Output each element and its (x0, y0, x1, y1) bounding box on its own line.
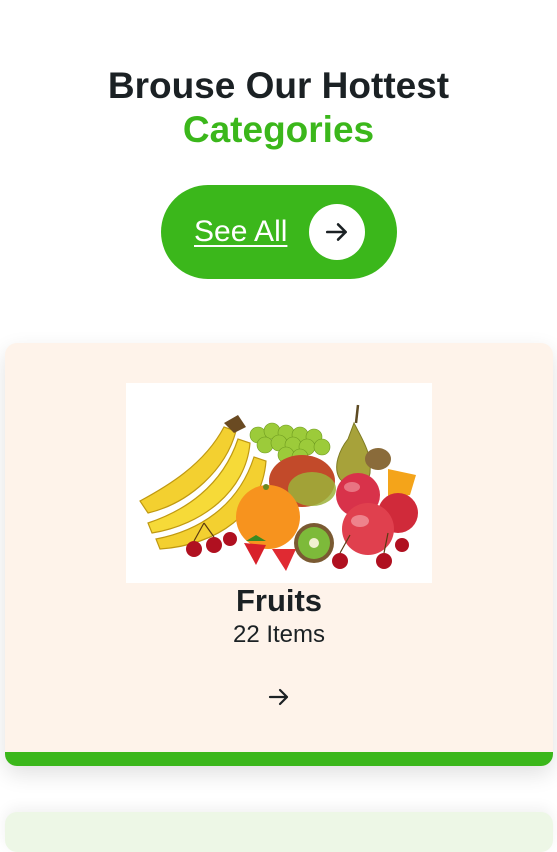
category-item-count: 22 Items (232, 621, 326, 648)
section-heading-line1: Brouse Our Hottest (107, 65, 450, 106)
category-card-fruits[interactable]: Fruits 22 Items (5, 343, 553, 766)
fruits-image (126, 383, 432, 583)
see-all-label: See All (194, 215, 288, 248)
arrow-right-icon[interactable] (267, 685, 291, 709)
see-all-button[interactable]: See All (161, 185, 397, 279)
section-heading-highlight: Categories (182, 109, 375, 150)
category-title: Fruits (235, 583, 323, 618)
card-accent-bar (5, 752, 553, 766)
category-card-next[interactable] (5, 812, 553, 852)
arrow-right-icon (309, 204, 365, 260)
section-heading: Brouse Our Hottest Categories (0, 64, 557, 152)
